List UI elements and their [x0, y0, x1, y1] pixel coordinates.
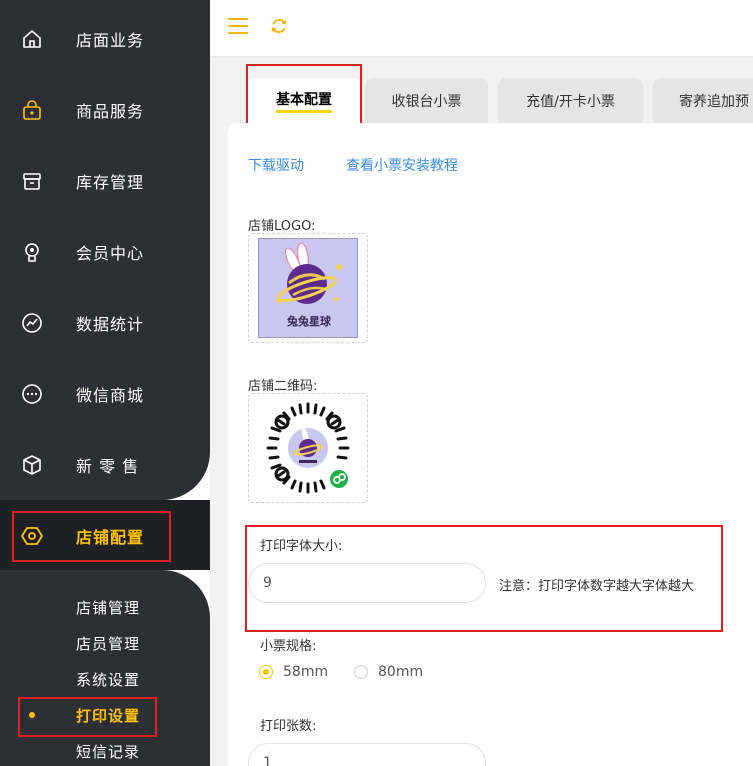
cube-icon [20, 453, 44, 477]
submenu-item-label: 系统设置 [76, 671, 141, 689]
home-icon [20, 27, 44, 51]
store-qrcode-image [266, 402, 350, 494]
sidebar-item-label: 会员中心 [76, 244, 145, 263]
tab-boarding-receipt[interactable]: 寄养追加预 [653, 78, 753, 123]
submenu-item-staff-management[interactable]: 店员管理 [0, 628, 210, 658]
logo-field-label: 店铺LOGO: [248, 219, 316, 234]
sidebar-item-label: 微信商城 [76, 386, 145, 405]
radio-circle [354, 665, 368, 679]
sidebar: 店面业务 商品服务 库存管理 会员中心 数据统计 微信商城 新 零 售 店铺配置… [0, 0, 210, 766]
submenu-item-label: 店铺管理 [76, 599, 141, 617]
hexagon-settings-icon [20, 524, 44, 548]
chart-line-icon [20, 311, 44, 335]
tab-label: 寄养追加预 [679, 93, 749, 110]
submenu-item-system-settings[interactable]: 系统设置 [0, 664, 210, 694]
tab-label: 充值/开卡小票 [526, 93, 615, 110]
radio-label: 80mm [378, 664, 424, 680]
sidebar-item-inventory[interactable]: 库存管理 [0, 156, 210, 206]
submenu-item-sms-records[interactable]: 短信记录 [0, 736, 210, 766]
sidebar-item-label: 库存管理 [76, 173, 145, 192]
sidebar-item-member-center[interactable]: 会员中心 [0, 227, 210, 277]
archive-box-icon [20, 169, 44, 193]
font-size-note: 注意：打印字体数字越大字体越大 [499, 579, 695, 594]
tab-recharge-receipt[interactable]: 充值/开卡小票 [498, 78, 643, 123]
sidebar-item-store-business[interactable]: 店面业务 [0, 14, 210, 64]
tab-label: 收银台小票 [391, 93, 462, 110]
sidebar-item-label: 数据统计 [76, 315, 145, 334]
logo-upload[interactable]: 兔兔星球 [248, 233, 368, 343]
top-bar [210, 0, 753, 56]
radio-80mm[interactable]: 80mm [354, 664, 423, 680]
sidebar-item-label: 店铺配置 [76, 528, 145, 547]
member-badge-icon [20, 240, 44, 264]
sidebar-item-statistics[interactable]: 数据统计 [0, 298, 210, 348]
refresh-icon[interactable] [269, 16, 289, 36]
sidebar-item-product-services[interactable]: 商品服务 [0, 85, 210, 135]
install-tutorial-link[interactable]: 查看小票安装教程 [346, 155, 458, 175]
tab-label: 基本配置 [276, 89, 332, 113]
sidebar-item-label: 店面业务 [76, 31, 145, 50]
submenu-item-label: 店员管理 [76, 635, 141, 653]
qrcode-upload[interactable] [248, 393, 368, 503]
active-dot-icon [29, 712, 35, 718]
submenu-item-label: 打印设置 [76, 707, 141, 725]
sidebar-item-store-config[interactable]: 店铺配置 [0, 511, 210, 561]
sidebar-item-label: 商品服务 [76, 102, 145, 121]
qrcode-field-label: 店铺二维码: [248, 379, 318, 394]
font-size-label: 打印字体大小: [260, 539, 343, 554]
submenu-item-print-settings[interactable]: 打印设置 [0, 700, 210, 730]
store-logo-image: 兔兔星球 [258, 238, 358, 338]
sidebar-item-new-retail[interactable]: 新 零 售 [0, 440, 210, 490]
logo-brand-text: 兔兔星球 [286, 314, 332, 328]
download-driver-link[interactable]: 下载驱动 [248, 155, 304, 175]
paper-size-label: 小票规格: [260, 639, 317, 654]
sidebar-item-wechat-mall[interactable]: 微信商城 [0, 369, 210, 419]
font-size-input[interactable]: 9 [248, 563, 486, 603]
radio-58mm[interactable]: 58mm [259, 664, 328, 680]
shopping-bag-icon [20, 98, 44, 122]
submenu-item-label: 短信记录 [76, 743, 141, 761]
tab-basic-config[interactable]: 基本配置 [248, 78, 360, 123]
print-copies-input[interactable]: 1 [248, 743, 486, 766]
radio-label: 58mm [283, 664, 329, 680]
tab-cashier-receipt[interactable]: 收银台小票 [365, 78, 488, 123]
sidebar-item-label: 新 零 售 [76, 457, 140, 476]
submenu-item-store-management[interactable]: 店铺管理 [0, 592, 210, 622]
hamburger-menu-icon[interactable] [228, 18, 248, 34]
radio-circle [259, 665, 273, 679]
chat-bubble-icon [20, 382, 44, 406]
print-copies-label: 打印张数: [260, 719, 317, 734]
